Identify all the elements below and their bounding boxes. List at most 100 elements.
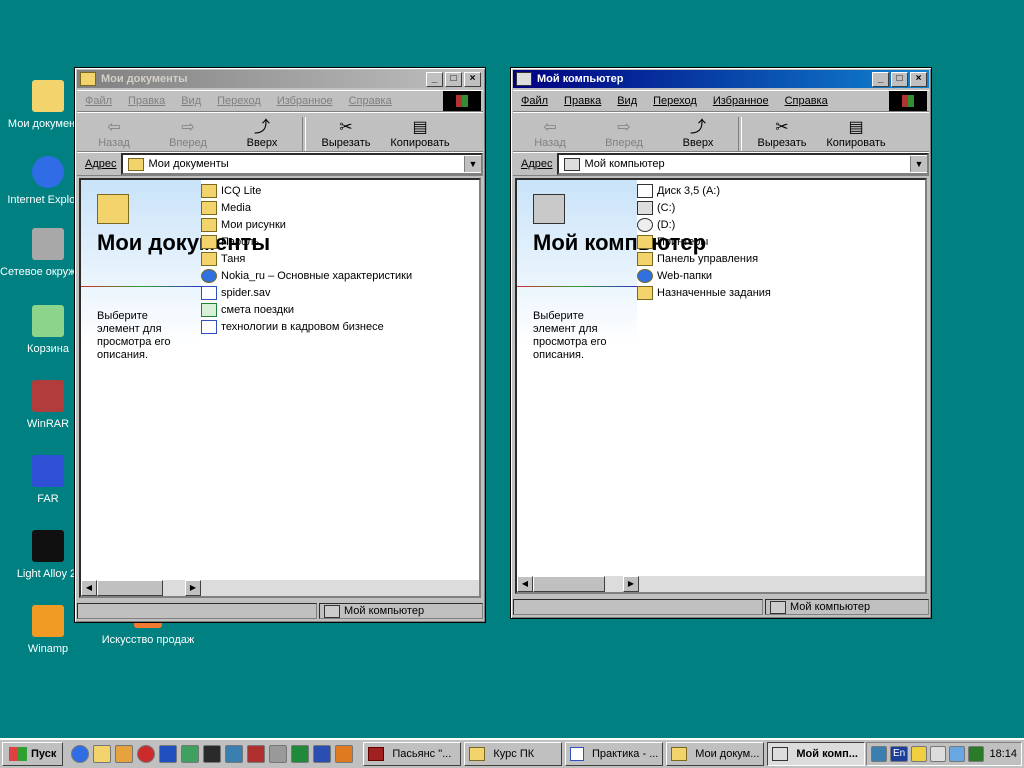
horizontal-scrollbar[interactable]: ◀ ▶ [81,580,479,596]
forward-arrow-icon: ⇨ [617,119,631,136]
scroll-left-button[interactable]: ◀ [81,580,97,596]
file-item[interactable]: Мои рисунки [201,216,412,233]
drive-item[interactable]: Диск 3,5 (A:) [637,182,771,199]
file-name: Мои рисунки [221,218,286,231]
scroll-thumb[interactable] [97,580,163,596]
file-name: Назначенные задания [657,286,771,299]
back-button[interactable]: ⇦ Назад [513,115,587,151]
opera-icon[interactable] [137,745,156,763]
scroll-thumb[interactable] [533,576,605,592]
file-item[interactable]: Панель управления [637,250,771,267]
up-button[interactable]: ⤴ Вверх [225,115,299,151]
menu-file[interactable]: Файл [513,95,556,107]
book-icon[interactable] [159,745,178,763]
close-button[interactable]: × [910,71,927,87]
minimize-button[interactable]: _ [426,71,443,87]
file-item[interactable]: Назначенные задания [637,284,771,301]
dropdown-arrow-icon[interactable]: ▼ [464,156,481,172]
file-item[interactable]: технологии в кадровом бизнесе [201,318,412,335]
volume-icon[interactable] [930,746,947,762]
game-icon[interactable] [203,745,222,763]
up-label: Вверх [246,137,278,149]
task-button-solitaire[interactable]: Пасьянс "... [363,742,462,766]
menu-help[interactable]: Справка [341,95,400,107]
copy-button[interactable]: ▤ Копировать [819,115,893,151]
file-item[interactable]: spider.sav [201,284,412,301]
address-bar: Адрес Мой компьютер ▼ [513,152,929,176]
desktop-icon-label: Искусство продаж [101,634,195,646]
menu-favorites[interactable]: Избранное [269,95,341,107]
pen-icon[interactable] [115,745,134,763]
task-button-my-documents[interactable]: Мои докум... [666,742,765,766]
scroll-right-button[interactable]: ▶ [623,576,639,592]
status-bar: Мой компьютер [513,598,929,616]
copy-button[interactable]: ▤ Копировать [383,115,457,151]
monitor-icon[interactable] [225,745,244,763]
task-button-my-computer[interactable]: Мой комп... [767,742,866,766]
copy-icon: ▤ [412,119,428,136]
status-text: Мой компьютер [344,605,425,617]
printers-folder-icon [637,234,653,249]
excel-icon[interactable] [291,745,310,763]
cut-label: Вырезать [757,137,807,149]
title-bar[interactable]: Мой компьютер _ □ × [513,70,929,88]
scroll-left-button[interactable]: ◀ [517,576,533,592]
language-indicator[interactable]: En [890,746,909,762]
ie-icon[interactable] [71,745,90,763]
quick-launch [71,745,354,763]
start-button[interactable]: Пуск [2,742,64,766]
menu-bar: Файл Правка Вид Переход Избранное Справк… [513,90,929,112]
scroll-right-button[interactable]: ▶ [185,580,201,596]
file-item[interactable]: Принтеры [637,233,771,250]
menu-go[interactable]: Переход [209,95,269,107]
tray-app-icon[interactable] [871,746,887,762]
file-item[interactable]: Nokia_ru – Основные характеристики [201,267,412,284]
up-button[interactable]: ⤴ Вверх [661,115,735,151]
file-name: Пароль [221,235,260,248]
file-item[interactable]: ICQ Lite [201,182,412,199]
task-button-course-pc[interactable]: Курс ПК [464,742,563,766]
bottle-icon[interactable] [269,745,288,763]
address-input[interactable]: Мой компьютер ▼ [556,153,929,175]
close-button[interactable]: × [464,71,481,87]
file-item[interactable]: смета поездки [201,301,412,318]
horizontal-scrollbar[interactable]: ◀ ▶ [517,576,925,592]
maximize-button[interactable]: □ [891,71,908,87]
flower-icon[interactable] [335,745,354,763]
forward-button[interactable]: ⇨ Вперед [587,115,661,151]
menu-file[interactable]: Файл [77,95,120,107]
minimize-button[interactable]: _ [872,71,889,87]
menu-help[interactable]: Справка [777,95,836,107]
file-item[interactable]: Таня [201,250,412,267]
back-button[interactable]: ⇦ Назад [77,115,151,151]
menu-favorites[interactable]: Избранное [705,95,777,107]
word-icon[interactable] [313,745,332,763]
tray-lite-icon[interactable] [968,746,985,762]
outlook-icon[interactable] [93,745,112,763]
menu-edit[interactable]: Правка [556,95,609,107]
drive-item[interactable]: (C:) [637,199,771,216]
address-input[interactable]: Мои документы ▼ [120,153,483,175]
cut-button[interactable]: ✂ Вырезать [745,115,819,151]
dropdown-arrow-icon[interactable]: ▼ [910,156,927,172]
title-bar[interactable]: Мои документы _ □ × [77,70,483,88]
task-button-practice[interactable]: Практика - ... [565,742,664,766]
maximize-button[interactable]: □ [445,71,462,87]
file-item[interactable]: Web-папки [637,267,771,284]
calendar-icon[interactable] [181,745,200,763]
menu-view[interactable]: Вид [609,95,645,107]
menu-edit[interactable]: Правка [120,95,173,107]
cut-button[interactable]: ✂ Вырезать [309,115,383,151]
info-panel: Мой компьютер Выберите элемент для просм… [517,180,706,592]
tray-lightning-icon[interactable] [911,746,928,762]
forward-button[interactable]: ⇨ Вперед [151,115,225,151]
tray-network-icon[interactable] [949,746,966,762]
drive-item[interactable]: (D:) [637,216,771,233]
clock[interactable]: 18:14 [989,748,1017,760]
task-label: Курс ПК [493,748,535,760]
file-item[interactable]: Media [201,199,412,216]
menu-go[interactable]: Переход [645,95,705,107]
burn-icon[interactable] [247,745,266,763]
file-item[interactable]: Пароль [201,233,412,250]
menu-view[interactable]: Вид [173,95,209,107]
